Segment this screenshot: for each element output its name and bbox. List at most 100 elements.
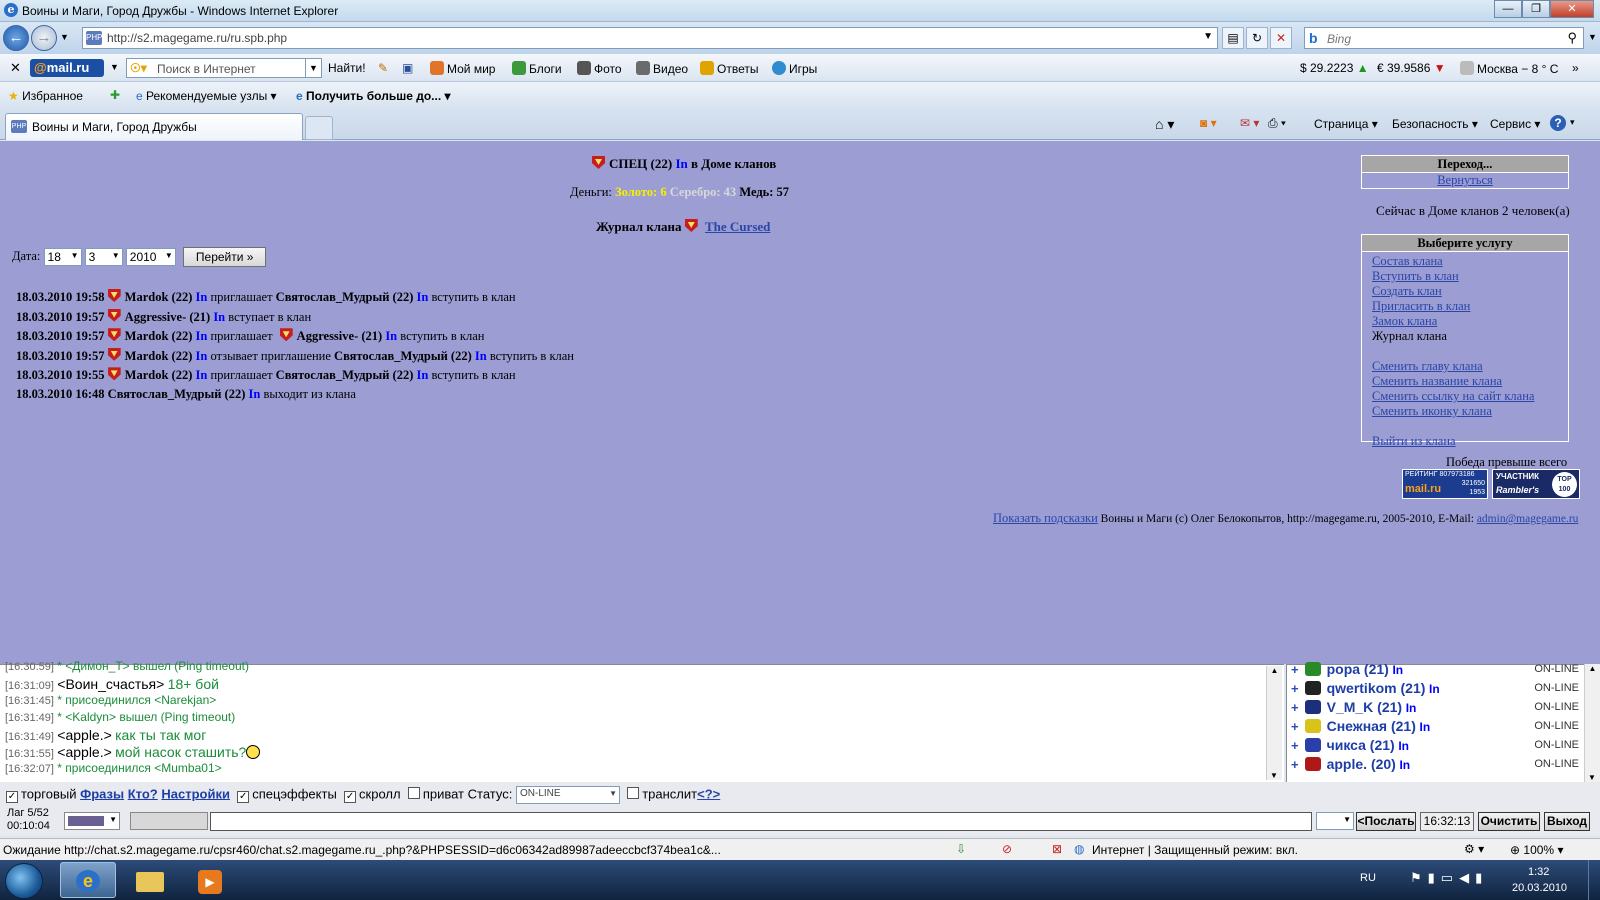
service-leave-clan[interactable]: Выйти из клана — [1372, 434, 1568, 449]
usd-rate[interactable]: $ 29.2223 ▲ — [1300, 61, 1369, 75]
chat-nick[interactable]: <apple.> — [57, 727, 112, 743]
actor-info-link[interactable]: In — [213, 310, 225, 324]
get-more-addons[interactable]: e Получить больше до... ▾ — [296, 89, 451, 103]
eur-rate[interactable]: € 39.9586 ▼ — [1377, 61, 1446, 75]
service-invite[interactable]: Пригласить в клан — [1372, 299, 1568, 314]
help-icon[interactable]: ? — [1550, 115, 1566, 131]
actor-info-link[interactable]: In — [249, 387, 261, 401]
expand-user-icon[interactable]: + — [1291, 757, 1299, 772]
clan-name-link[interactable]: The Cursed — [705, 219, 770, 234]
color-select[interactable]: ▼ — [64, 812, 120, 830]
user-name[interactable]: Снежная (21) — [1327, 718, 1416, 734]
page-menu[interactable]: Страница ▾ — [1314, 117, 1378, 131]
print-icon[interactable]: ⎙ ▾ — [1268, 116, 1286, 131]
user-name[interactable]: qwertikom (21) — [1327, 680, 1426, 696]
show-desktop-button[interactable] — [1588, 860, 1600, 900]
translit-help-link[interactable]: <?> — [697, 786, 720, 801]
weather-widget[interactable]: Москва − 8 ° C — [1460, 61, 1558, 76]
tools-menu[interactable]: Сервис ▾ — [1490, 117, 1540, 131]
my-world-link[interactable]: Мой мир — [430, 61, 495, 76]
taskbar-media-player[interactable]: ▶ — [182, 862, 238, 898]
rambler-top100-counter[interactable]: УЧАСТНИК Rambler's TOP 100 — [1492, 469, 1580, 499]
minimize-button[interactable]: — — [1494, 0, 1522, 18]
games-link[interactable]: Игры — [772, 61, 817, 76]
user-name[interactable]: V_M_K (21) — [1327, 699, 1402, 715]
taskbar-ie[interactable]: e — [60, 862, 116, 898]
user-row[interactable]: + qwertikom (21) In ON-LINE — [1291, 680, 1581, 699]
popup-blocked-icon[interactable]: ⊘ — [1002, 842, 1012, 856]
expand-user-icon[interactable]: + — [1291, 662, 1299, 677]
service-change-name[interactable]: Сменить название клана — [1372, 374, 1568, 389]
expand-user-icon[interactable]: + — [1291, 681, 1299, 696]
security-zone[interactable]: Интернет | Защищенный режим: вкл. — [1092, 843, 1298, 857]
start-button[interactable] — [5, 863, 43, 899]
feeds-icon[interactable]: ◙ ▾ — [1200, 116, 1217, 130]
actor-info-link[interactable]: In — [196, 290, 208, 304]
target-info-link[interactable]: In — [417, 290, 429, 304]
favorites-button[interactable]: ★ Избранное — [8, 89, 83, 103]
target-info-link[interactable]: In — [475, 349, 487, 363]
toolbar-more-icon[interactable]: » — [1572, 61, 1579, 75]
history-dropdown-icon[interactable]: ▼ — [60, 32, 69, 42]
user-row[interactable]: + V_M_K (21) In ON-LINE — [1291, 699, 1581, 718]
user-info-link[interactable]: In — [1399, 758, 1410, 772]
back-button[interactable]: ← — [3, 25, 29, 51]
chat-nick[interactable]: <apple.> — [57, 744, 112, 760]
player-info-link[interactable]: In — [675, 156, 687, 171]
find-button[interactable]: Найти! — [328, 61, 366, 75]
actor-info-link[interactable]: In — [196, 368, 208, 382]
home-icon[interactable]: ⌂ ▾ — [1155, 116, 1174, 133]
actor-info-link[interactable]: In — [196, 349, 208, 363]
new-tab-button[interactable] — [305, 116, 333, 140]
blogs-link[interactable]: Блоги — [512, 61, 562, 76]
protected-mode-icon[interactable]: ⚙ ▾ — [1464, 842, 1484, 856]
toolbar-close-icon[interactable]: ✕ — [10, 60, 21, 76]
show-hints-link[interactable]: Показать подсказки — [993, 511, 1098, 525]
target-info-link[interactable]: In — [417, 368, 429, 382]
answers-link[interactable]: Ответы — [700, 61, 758, 76]
forward-button[interactable]: → — [31, 25, 57, 51]
private-checkbox[interactable] — [407, 787, 420, 800]
mailru-menu-icon[interactable]: ▼ — [110, 62, 119, 72]
email-link[interactable]: admin@magegame.ru — [1477, 513, 1579, 525]
download-icon[interactable]: ⇩ — [956, 842, 966, 856]
search-input[interactable]: b Bing ⚲ — [1304, 27, 1584, 49]
photo-link[interactable]: Фото — [577, 61, 622, 76]
trade-checkbox[interactable]: ✓ — [6, 791, 18, 804]
mailru-rating-counter[interactable]: РЕЙТИНГ 807973186 321650 1953 mail.ru — [1402, 469, 1488, 499]
blocked-icon[interactable]: ⊠ — [1052, 842, 1062, 856]
effects-checkbox[interactable]: ✓ — [237, 791, 250, 804]
user-name[interactable]: чикса (21) — [1327, 737, 1395, 753]
user-info-link[interactable]: In — [1429, 682, 1440, 696]
highlight-icon[interactable]: ▣ — [402, 61, 413, 75]
user-name[interactable]: apple. (20) — [1327, 756, 1396, 772]
user-info-link[interactable]: In — [1398, 739, 1409, 753]
address-bar[interactable]: PHP http://s2.magegame.ru/ru.spb.php ▼ — [82, 27, 1218, 49]
chat-scrollbar[interactable]: ▲ ▼ — [1266, 666, 1282, 780]
year-select[interactable]: 2010 — [125, 248, 176, 266]
service-castle[interactable]: Замок клана — [1372, 314, 1568, 329]
tab-active[interactable]: PHP Воины и Маги, Город Дружбы — [5, 113, 303, 140]
compatibility-icon[interactable]: ▤ — [1222, 27, 1244, 49]
service-change-head[interactable]: Сменить главу клана — [1372, 359, 1568, 374]
day-select[interactable]: 18 — [43, 248, 82, 266]
mailru-search-input[interactable]: ☉▾ Поиск в Интернет ▼ — [126, 58, 322, 78]
address-dropdown-icon[interactable]: ▼ — [1203, 31, 1213, 42]
maximize-button[interactable]: ❐ — [1522, 0, 1550, 18]
mailru-search-dropdown-icon[interactable]: ▼ — [305, 59, 321, 77]
close-window-button[interactable]: ✕ — [1550, 0, 1594, 18]
search-options-icon[interactable]: ▼ — [1588, 32, 1597, 42]
expand-user-icon[interactable]: + — [1291, 738, 1299, 753]
target-info-link[interactable]: In — [385, 329, 397, 343]
pencil-icon[interactable]: ✎ — [378, 61, 388, 75]
scroll-checkbox[interactable]: ✓ — [344, 791, 357, 804]
service-change-site[interactable]: Сменить ссылку на сайт клана — [1372, 389, 1568, 404]
smiles-select[interactable] — [1316, 812, 1354, 830]
add-favorite-icon[interactable]: ✚ — [110, 88, 120, 102]
service-clan-members[interactable]: Состав клана — [1372, 254, 1568, 269]
service-join-clan[interactable]: Вступить в клан — [1372, 269, 1568, 284]
status-select[interactable]: ON-LINE — [515, 786, 620, 804]
address-url[interactable]: http://s2.magegame.ru/ru.spb.php — [107, 31, 287, 45]
clock-time[interactable]: 1:32 — [1528, 866, 1549, 878]
user-row[interactable]: + apple. (20) In ON-LINE — [1291, 756, 1581, 775]
